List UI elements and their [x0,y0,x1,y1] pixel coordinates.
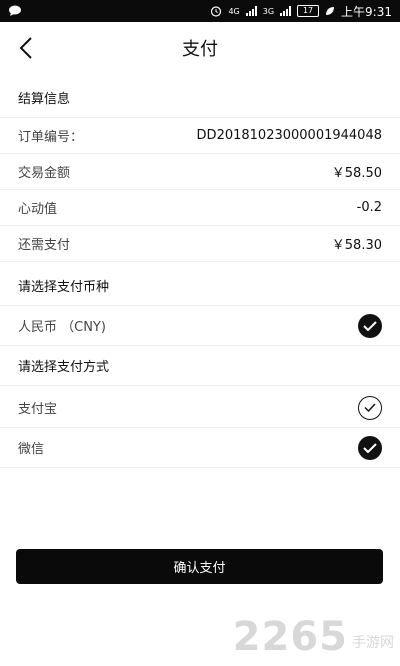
battery-icon: 17 [297,5,320,17]
remaining-row: 还需支付 ￥58.30 [0,226,400,262]
method-header: 请选择支付方式 [0,346,400,386]
heart-value-value: -0.2 [356,200,382,215]
check-selected-icon [358,313,382,338]
signal-icon-2 [280,6,292,16]
watermark-main: 2265 [232,614,348,660]
method-option-wechat[interactable]: 微信 [0,428,400,468]
wechat-label: 微信 [18,442,45,457]
settlement-header: 结算信息 [0,78,400,118]
currency-option-label: 人民币 （CNY) [18,320,106,335]
amount-label: 交易金额 [18,166,71,181]
battery-level: 17 [302,6,314,15]
watermark-sub: 手游网 [352,635,394,651]
alarm-icon [210,5,222,17]
status-bar: 4G 3G 17 上午9:31 [0,0,400,22]
message-icon [8,5,22,17]
check-unselected-icon [358,395,382,420]
back-button[interactable] [12,34,40,62]
order-number-value: DD20181023000001944048 [196,128,382,143]
network-label-1: 4G [228,6,240,16]
check-selected-icon [358,435,382,460]
chevron-left-icon [19,37,32,59]
method-option-alipay[interactable]: 支付宝 [0,388,400,428]
confirm-pay-button[interactable]: 确认支付 [16,549,383,584]
signal-icon [245,6,257,16]
amount-row: 交易金额 ￥58.50 [0,154,400,190]
currency-header: 请选择支付币种 [0,266,400,306]
alipay-label: 支付宝 [18,402,58,417]
currency-option-cny[interactable]: 人民币 （CNY) [0,306,400,346]
remaining-value: ￥58.30 [331,238,382,253]
watermark-logo: 2265 手游网 [233,614,394,660]
nav-bar: 支付 [0,22,400,74]
order-number-label: 订单编号： [18,130,84,145]
order-number-row: 订单编号： DD20181023000001944048 [0,118,400,154]
heart-value-label: 心动值 [18,202,58,217]
amount-value: ￥58.50 [331,166,382,181]
remaining-label: 还需支付 [18,238,71,253]
leaf-icon [325,6,335,16]
status-time: 上午9:31 [341,4,392,19]
network-label-2: 3G [262,6,275,16]
heart-value-row: 心动值 -0.2 [0,190,400,226]
page-title: 支付 [182,39,218,60]
